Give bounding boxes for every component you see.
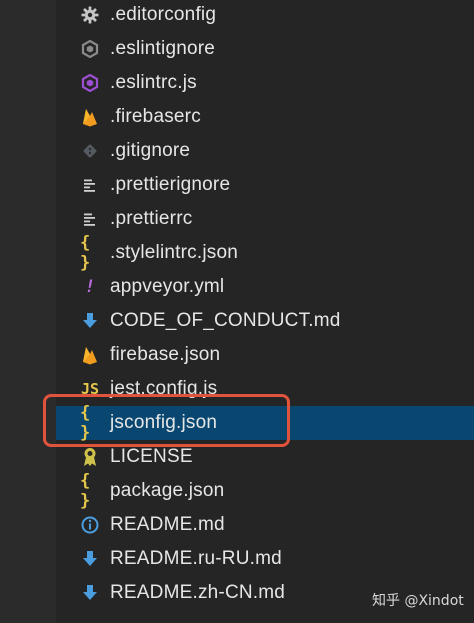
explorer-gutter	[0, 0, 56, 623]
firebase-icon	[80, 345, 100, 365]
file-item-firebase-json[interactable]: firebase.json	[56, 338, 474, 372]
file-item-appveyor-yml[interactable]: ! appveyor.yml	[56, 270, 474, 304]
eslint-icon	[80, 73, 100, 93]
download-arrow-icon	[80, 311, 100, 331]
exclamation-icon-glyph: !	[84, 277, 96, 297]
file-item-firebaserc[interactable]: .firebaserc	[56, 100, 474, 134]
file-name: .prettierrc	[110, 208, 193, 229]
file-item-readme-ru-ru-md[interactable]: README.ru-RU.md	[56, 542, 474, 576]
file-item-jsconfig-json[interactable]: { } jsconfig.json	[56, 403, 474, 443]
file-item-jest-config-js[interactable]: JS jest.config.js	[56, 372, 474, 406]
info-icon	[80, 515, 100, 535]
file-name: README.zh-CN.md	[110, 582, 286, 603]
file-name: firebase.json	[110, 344, 221, 365]
file-name: .eslintignore	[110, 38, 216, 59]
file-explorer: .editorconfig .eslintignore .eslintrc.js…	[0, 0, 474, 623]
file-item-stylelintrc-json[interactable]: { } .stylelintrc.json	[56, 233, 474, 273]
file-item-eslintignore[interactable]: .eslintignore	[56, 32, 474, 66]
eslint-icon-gray	[80, 39, 100, 59]
braces-icon-glyph: { }	[80, 471, 91, 511]
braces-icon-glyph: { }	[80, 233, 91, 273]
file-name: README.ru-RU.md	[110, 548, 282, 569]
file-item-eslintrc-js[interactable]: .eslintrc.js	[56, 66, 474, 100]
file-name: .gitignore	[110, 140, 191, 161]
file-name: appveyor.yml	[110, 276, 225, 297]
watermark: 知乎 @Xindot	[372, 593, 464, 609]
file-name: .stylelintrc.json	[110, 242, 238, 263]
file-name: README.md	[110, 514, 225, 535]
file-name: CODE_OF_CONDUCT.md	[110, 310, 341, 331]
braces-icon: { }	[80, 233, 100, 273]
file-name: jsconfig.json	[110, 412, 218, 433]
js-icon: JS	[80, 379, 100, 399]
ribbon-icon	[80, 447, 100, 467]
file-item-readme-md[interactable]: README.md	[56, 508, 474, 542]
js-icon-glyph: JS	[80, 380, 100, 398]
file-item-prettierrc[interactable]: .prettierrc	[56, 202, 474, 236]
file-name: .eslintrc.js	[110, 72, 197, 93]
file-name: .firebaserc	[110, 106, 201, 127]
gear-icon	[80, 5, 100, 25]
lines-icon	[80, 175, 100, 195]
file-name: LICENSE	[110, 446, 193, 467]
git-icon	[80, 141, 100, 161]
firebase-icon	[80, 107, 100, 127]
file-item-editorconfig[interactable]: .editorconfig	[56, 0, 474, 32]
download-arrow-icon	[80, 549, 100, 569]
file-item-license[interactable]: LICENSE	[56, 440, 474, 474]
file-name: jest.config.js	[110, 378, 218, 399]
file-item-gitignore[interactable]: .gitignore	[56, 134, 474, 168]
file-item-code-of-conduct-md[interactable]: CODE_OF_CONDUCT.md	[56, 304, 474, 338]
download-arrow-icon	[80, 583, 100, 603]
file-name: .editorconfig	[110, 4, 217, 25]
file-name: package.json	[110, 480, 225, 501]
file-item-package-json[interactable]: { } package.json	[56, 471, 474, 511]
braces-icon: { }	[80, 471, 100, 511]
exclamation-icon: !	[80, 277, 100, 297]
file-item-prettierignore[interactable]: .prettierignore	[56, 168, 474, 202]
lines-icon	[80, 209, 100, 229]
braces-icon-glyph: { }	[80, 403, 91, 443]
braces-icon: { }	[80, 403, 100, 443]
file-name: .prettierignore	[110, 174, 231, 195]
